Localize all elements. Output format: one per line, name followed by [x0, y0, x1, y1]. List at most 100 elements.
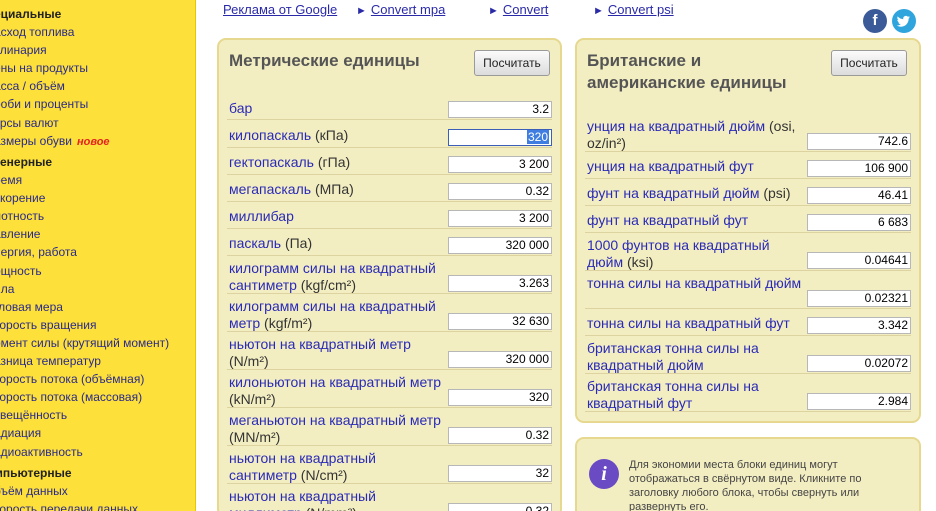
- convert-link[interactable]: ► Convert: [488, 2, 548, 17]
- arrow-right-icon: ►: [356, 5, 367, 17]
- metric-unit-row: килопаскаль (кПа) 320: [227, 122, 552, 148]
- unit-label[interactable]: бар: [229, 100, 444, 117]
- unit-label[interactable]: фунт на квадратный фут: [587, 212, 805, 229]
- unit-label[interactable]: тонна силы на квадратный дюйм: [587, 275, 805, 292]
- unit-value-input[interactable]: 46.41: [807, 187, 911, 204]
- unit-value-input[interactable]: 742.6: [807, 133, 911, 150]
- unit-name: мегапаскаль: [229, 180, 312, 197]
- sidebar-link[interactable]: гловая мера: [0, 300, 63, 314]
- unit-label[interactable]: меганьютон на квадратный метр (MN/m²): [229, 412, 444, 446]
- sidebar-link[interactable]: ены на продукты: [0, 61, 88, 75]
- sidebar-link[interactable]: корость вращения: [0, 318, 96, 332]
- sidebar-link[interactable]: бъём данных: [0, 484, 68, 498]
- metric-calculate-button[interactable]: Посчитать: [474, 50, 550, 76]
- unit-name: тонна силы на квадратный дюйм: [587, 275, 802, 291]
- british-calculate-button[interactable]: Посчитать: [831, 50, 907, 76]
- unit-label[interactable]: гектопаскаль (гПа): [229, 154, 444, 171]
- unit-name: килоньютон на квадратный метр: [229, 374, 442, 390]
- sidebar-link[interactable]: адиоактивность: [0, 445, 83, 459]
- unit-label[interactable]: тонна силы на квадратный фут: [587, 315, 805, 332]
- unit-value-input[interactable]: 3 200: [448, 156, 552, 173]
- unit-value-input[interactable]: 2.984: [807, 393, 911, 410]
- british-unit-row: фунт на квадратный фут 6 683: [585, 207, 911, 233]
- sidebar-link[interactable]: корость потока (массовая): [0, 390, 142, 404]
- unit-name: ньютон на квадратный метр: [229, 336, 411, 352]
- unit-value-input[interactable]: 3.2: [448, 101, 552, 118]
- unit-name: меганьютон на квадратный метр: [229, 412, 441, 428]
- british-unit-row: тонна силы на квадратный дюйм 0.02321: [585, 272, 911, 309]
- sidebar-link[interactable]: скорение: [0, 191, 45, 205]
- unit-label[interactable]: миллибар: [229, 208, 444, 225]
- sidebar-link[interactable]: свещённость: [0, 408, 67, 422]
- unit-value-input[interactable]: 32: [448, 465, 552, 482]
- unit-value-input[interactable]: 6 683: [807, 214, 911, 231]
- convert-psi-link[interactable]: ► Convert psi: [593, 2, 674, 17]
- unit-value-input[interactable]: 0.02321: [807, 290, 911, 307]
- sidebar-link[interactable]: авление: [0, 227, 40, 241]
- metric-unit-row: миллибар 3 200: [227, 203, 552, 229]
- sidebar: ециальные асход топлива улинария ены на про…: [0, 0, 196, 511]
- unit-value-input[interactable]: 3.263: [448, 275, 552, 292]
- unit-label[interactable]: британская тонна силы на квадратный фут: [587, 378, 805, 412]
- british-unit-row: британская тонна силы на квадратный фут 2…: [585, 375, 911, 412]
- british-panel-title[interactable]: Британские и американские единицы: [587, 50, 787, 94]
- sidebar-link[interactable]: урсы валют: [0, 116, 59, 130]
- sidebar-section-heading: кенерные: [0, 155, 53, 169]
- unit-label[interactable]: килограмм силы на квадратный сантиметр (…: [229, 260, 444, 294]
- unit-value-input[interactable]: 0.04641: [807, 252, 911, 269]
- sidebar-link[interactable]: корость потока (объёмная): [0, 372, 144, 386]
- twitter-icon[interactable]: [892, 9, 916, 33]
- sidebar-link[interactable]: лотность: [0, 209, 44, 223]
- facebook-icon[interactable]: f: [863, 9, 887, 33]
- unit-label[interactable]: ньютон на квадратный сантиметр (N/cm²): [229, 450, 444, 484]
- sidebar-link[interactable]: корость передачи данных: [0, 502, 138, 511]
- convert-mpa-link[interactable]: ► Convert mpa: [356, 2, 445, 17]
- sidebar-link[interactable]: улинария: [0, 43, 47, 57]
- unit-value-input[interactable]: 320 000: [448, 237, 552, 254]
- sidebar-link[interactable]: асса / объём: [0, 79, 65, 93]
- unit-label[interactable]: мегапаскаль (МПа): [229, 181, 444, 198]
- metric-unit-row: меганьютон на квадратный метр (MN/m²) 0.3…: [227, 409, 552, 446]
- unit-label[interactable]: британская тонна силы на квадратный дюйм: [587, 340, 805, 374]
- unit-value-input[interactable]: 0.02072: [807, 355, 911, 372]
- unit-value-input[interactable]: 3 200: [448, 210, 552, 227]
- unit-label[interactable]: паскаль (Па): [229, 235, 444, 252]
- unit-value-input[interactable]: 320 000: [448, 351, 552, 368]
- sidebar-link[interactable]: ощность: [0, 264, 42, 278]
- metric-panel-title[interactable]: Метрические единицы: [229, 50, 420, 72]
- info-icon: i: [589, 459, 619, 489]
- sidebar-link[interactable]: адиация: [0, 426, 41, 440]
- unit-value-input[interactable]: 32 630: [448, 313, 552, 330]
- unit-value-input[interactable]: 320: [448, 389, 552, 406]
- google-ads-link[interactable]: Реклама от Google: [223, 2, 337, 17]
- arrow-right-icon: ►: [488, 5, 499, 17]
- unit-label[interactable]: килограмм силы на квадратный метр (kgf/m…: [229, 298, 444, 332]
- unit-label[interactable]: килопаскаль (кПа): [229, 127, 444, 144]
- sidebar-link[interactable]: омент силы (крутящий момент): [0, 336, 169, 350]
- new-badge: новое: [76, 135, 110, 148]
- unit-value-input[interactable]: 106 900: [807, 160, 911, 177]
- unit-symbol: (psi): [763, 184, 791, 201]
- unit-value-input[interactable]: 0.32: [448, 183, 552, 200]
- sidebar-link[interactable]: роби и проценты: [0, 97, 88, 111]
- unit-value-input[interactable]: 320: [448, 129, 552, 146]
- sidebar-link[interactable]: асход топлива: [0, 25, 74, 39]
- unit-label[interactable]: унция на квадратный дюйм (osi, oz/in²): [587, 118, 805, 152]
- unit-value-input[interactable]: 0.32: [448, 427, 552, 444]
- unit-symbol: (N/mm²): [306, 505, 357, 511]
- sidebar-link[interactable]: нергия, работа: [0, 245, 77, 259]
- sidebar-link[interactable]: азница температур: [0, 354, 101, 368]
- sidebar-link[interactable]: ила: [0, 282, 14, 296]
- unit-value-input[interactable]: 0.32: [448, 503, 552, 511]
- unit-label[interactable]: унция на квадратный фут: [587, 158, 805, 175]
- unit-label[interactable]: фунт на квадратный дюйм (psi): [587, 185, 805, 202]
- sidebar-link[interactable]: ремя: [0, 173, 22, 187]
- unit-value-input[interactable]: 3.342: [807, 317, 911, 334]
- unit-label[interactable]: ньютон на квадратный миллиметр (N/mm²): [229, 488, 444, 511]
- unit-label[interactable]: ньютон на квадратный метр (N/m²): [229, 336, 444, 370]
- sidebar-link[interactable]: азмеры обуви новое: [0, 134, 110, 148]
- unit-symbol: (N/m²): [229, 353, 269, 369]
- unit-label[interactable]: килоньютон на квадратный метр (kN/m²): [229, 374, 444, 408]
- metric-unit-row: килограмм силы на квадратный метр (kgf/m…: [227, 295, 552, 332]
- unit-label[interactable]: 1000 фунтов на квадратный дюйм (ksi): [587, 237, 805, 271]
